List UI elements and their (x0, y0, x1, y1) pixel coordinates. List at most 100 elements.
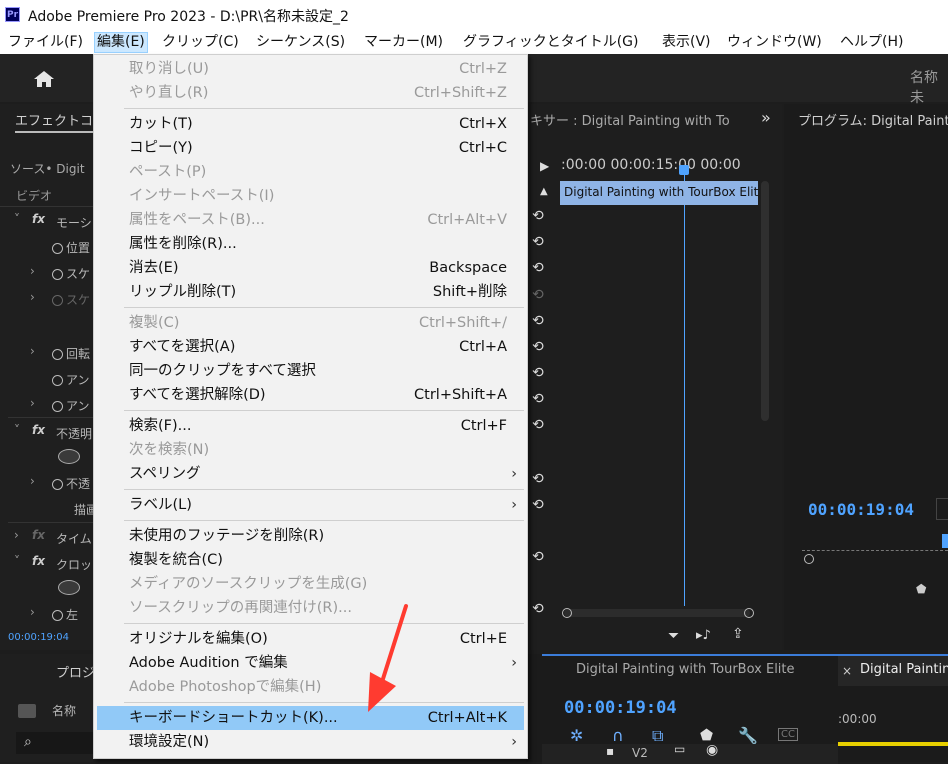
menu-item-spelling[interactable]: スペリング › (94, 462, 527, 486)
menu-item-find-next[interactable]: 次を検索(N) (94, 438, 527, 462)
tab-effect-controls[interactable]: エフェクトコ (15, 110, 94, 133)
zoom-dropdown[interactable] (936, 498, 948, 520)
menu-item-preferences[interactable]: 環境設定(N) › (94, 730, 527, 754)
menu-item-remove-unused[interactable]: 未使用のフッテージを削除(R) (94, 524, 527, 548)
param-antiflicker[interactable]: アン (52, 397, 90, 414)
stopwatch-icon[interactable] (52, 401, 63, 412)
menu-item-deselect-all[interactable]: すべてを選択解除(D) Ctrl+Shift+A (94, 383, 527, 407)
insert-audio-icon[interactable]: ▸♪ (696, 628, 711, 643)
menu-item-remove-attributes[interactable]: 属性を削除(R)... (94, 232, 527, 256)
menu-item-duplicate[interactable]: 複製(C) Ctrl+Shift+/ (94, 311, 527, 335)
menu-item-redo[interactable]: やり直し(R) Ctrl+Shift+Z (94, 81, 527, 105)
menu-item-copy[interactable]: コピー(Y) Ctrl+C (94, 136, 527, 160)
menu-item-edit-original[interactable]: オリジナルを編集(O) Ctrl+E (94, 627, 527, 651)
chevron-right-icon[interactable]: › (30, 396, 35, 410)
stopwatch-icon[interactable] (52, 610, 63, 621)
undo-icon[interactable]: ⟲ (532, 209, 548, 223)
undo-icon[interactable]: ⟲ (532, 288, 548, 302)
menu-item-clear[interactable]: 消去(E) Backspace (94, 256, 527, 280)
menu-item-edit-in-audition[interactable]: Adobe Audition で編集 › (94, 651, 527, 675)
marker-icon[interactable]: ⬟ (916, 582, 926, 596)
chevron-down-icon[interactable]: ˅ (14, 212, 20, 226)
effect-time-remap[interactable]: タイム (56, 530, 92, 547)
undo-icon[interactable]: ⟲ (532, 340, 548, 354)
scroll-handle-right[interactable] (744, 608, 754, 618)
track-output-icon[interactable]: ▭ (674, 742, 685, 756)
magnet-icon[interactable]: ∩ (612, 726, 624, 745)
menu-file[interactable]: ファイル(F) (6, 33, 85, 52)
program-playhead[interactable] (942, 534, 948, 548)
search-icon[interactable]: ⌕ (24, 734, 32, 750)
stopwatch-icon[interactable] (52, 479, 63, 490)
undo-icon[interactable]: ⟲ (532, 418, 548, 432)
chevron-down-icon[interactable]: ˅ (14, 554, 20, 568)
param-anchor[interactable]: アン (52, 371, 90, 388)
chevron-right-icon[interactable]: › (14, 528, 19, 542)
close-icon[interactable]: × (842, 664, 852, 678)
panel-overflow-icon[interactable]: » (761, 108, 771, 127)
menu-item-edit-in-photoshop[interactable]: Adobe Photoshopで編集(H) (94, 675, 527, 699)
eye-icon[interactable]: ◉ (706, 742, 718, 758)
menu-view[interactable]: 表示(V) (660, 33, 713, 52)
zoom-handle[interactable] (804, 554, 814, 564)
menu-item-undo[interactable]: 取り消し(U) Ctrl+Z (94, 57, 527, 81)
param-left[interactable]: 左 (52, 606, 78, 623)
menu-item-select-all-matching[interactable]: 同一のクリップをすべて選択 (94, 359, 527, 383)
stopwatch-icon[interactable] (52, 295, 63, 306)
wrench-icon[interactable]: 🔧 (738, 726, 758, 745)
effect-crop[interactable]: クロッ (56, 556, 92, 573)
ellipse-mask-icon[interactable] (58, 449, 80, 464)
param-position[interactable]: 位置 (52, 239, 90, 256)
menu-clip[interactable]: クリップ(C) (160, 33, 241, 52)
undo-icon[interactable]: ⟲ (532, 314, 548, 328)
chevron-right-icon[interactable]: › (30, 344, 35, 358)
mixer-title[interactable]: キサー : Digital Painting with To (530, 110, 752, 129)
effect-motion[interactable]: モーシ (56, 214, 92, 231)
effect-opacity[interactable]: 不透明 (56, 425, 92, 442)
time-ruler[interactable] (802, 542, 948, 551)
tab-project[interactable]: プロジ (56, 662, 95, 681)
work-area-bar[interactable] (838, 742, 948, 746)
menu-item-find[interactable]: 検索(F)... Ctrl+F (94, 414, 527, 438)
menu-item-select-all[interactable]: すべてを選択(A) Ctrl+A (94, 335, 527, 359)
scroll-handle-left[interactable] (562, 608, 572, 618)
play-icon[interactable]: ▶ (540, 159, 549, 173)
tab-sequence-2[interactable]: Digital Painting (860, 662, 948, 677)
menu-item-relink-source[interactable]: ソースクリップの再関連付け(R)... (94, 596, 527, 620)
ellipse-mask-icon[interactable] (58, 580, 80, 595)
stopwatch-icon[interactable] (52, 375, 63, 386)
undo-icon[interactable]: ⟲ (532, 366, 548, 380)
param-scale[interactable]: スケ (52, 265, 90, 282)
menu-item-paste-attributes[interactable]: 属性をペースト(B)... Ctrl+Alt+V (94, 208, 527, 232)
snap-icon[interactable]: ✲ (570, 726, 583, 745)
track-v2-label[interactable]: V2 (632, 746, 648, 760)
chevron-up-icon[interactable]: ▲ (540, 186, 548, 197)
program-timecode[interactable]: 00:00:19:04 (808, 500, 914, 519)
folder-icon[interactable] (18, 704, 36, 718)
param-opacity[interactable]: 不透 (52, 475, 90, 492)
menu-sequence[interactable]: シーケンス(S) (254, 33, 347, 52)
vertical-scrollbar[interactable] (761, 181, 769, 421)
video-clip[interactable]: Digital Painting with TourBox Elit (560, 181, 758, 205)
undo-icon[interactable]: ⟲ (532, 602, 548, 616)
chevron-right-icon[interactable]: › (30, 290, 35, 304)
chevron-down-icon[interactable]: ˅ (14, 423, 20, 437)
menu-item-cut[interactable]: カット(T) Ctrl+X (94, 112, 527, 136)
effects-timecode[interactable]: 00:00:19:04 (8, 632, 69, 643)
menu-item-label[interactable]: ラベル(L) › (94, 493, 527, 517)
source-clip-label[interactable]: ソース• Digit (10, 160, 85, 177)
menu-item-keyboard-shortcuts[interactable]: キーボードショートカット(K)... Ctrl+Alt+K (97, 706, 524, 730)
menu-item-ripple-delete[interactable]: リップル削除(T) Shift+削除 (94, 280, 527, 304)
linked-selection-icon[interactable]: ⧉ (652, 726, 663, 746)
home-icon[interactable] (33, 70, 55, 88)
menu-marker[interactable]: マーカー(M) (362, 33, 445, 52)
filter-icon[interactable]: ⏷ (668, 628, 679, 644)
menu-graphics[interactable]: グラフィックとタイトル(G) (461, 33, 641, 52)
export-icon[interactable]: ⇪ (732, 626, 744, 642)
tab-sequence-1[interactable]: Digital Painting with TourBox Elite (576, 662, 795, 677)
param-rotation[interactable]: 回転 (52, 345, 90, 362)
undo-icon[interactable]: ⟲ (532, 550, 548, 564)
undo-icon[interactable]: ⟲ (532, 472, 548, 486)
undo-icon[interactable]: ⟲ (532, 392, 548, 406)
timeline-timecode[interactable]: 00:00:19:04 (564, 698, 677, 718)
